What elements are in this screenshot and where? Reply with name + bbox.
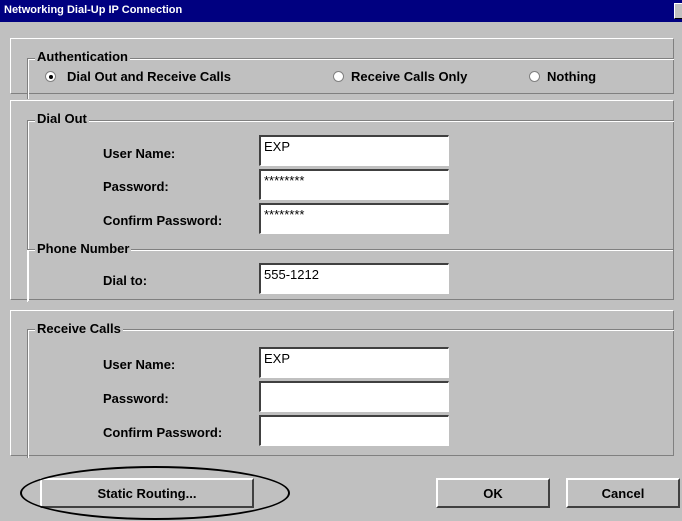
authentication-panel: Authentication Dial Out and Receive Call…: [10, 38, 674, 99]
dial-out-user-name-field[interactable]: EXP: [259, 135, 449, 166]
window-title: Networking Dial-Up IP Connection: [4, 4, 183, 16]
radio-receive-calls-only-label[interactable]: Receive Calls Only: [351, 69, 467, 84]
radio-dial-out-and-receive[interactable]: [45, 71, 56, 82]
receive-confirm-password-field[interactable]: [259, 415, 449, 446]
authentication-legend: Authentication: [35, 49, 130, 64]
receive-user-name-label: User Name:: [103, 357, 176, 372]
radio-dial-out-and-receive-label[interactable]: Dial Out and Receive Calls: [67, 69, 231, 84]
ok-button[interactable]: OK: [436, 478, 550, 508]
dial-out-user-name-label: User Name:: [103, 146, 176, 161]
close-icon[interactable]: [674, 3, 682, 19]
dial-out-legend: Dial Out: [35, 111, 89, 126]
dial-out-confirm-password-label: Confirm Password:: [103, 213, 223, 228]
title-bar: Networking Dial-Up IP Connection: [0, 0, 682, 22]
radio-receive-calls-only[interactable]: [333, 71, 344, 82]
dial-to-field[interactable]: 555-1212: [259, 263, 449, 294]
receive-password-label: Password:: [103, 391, 169, 406]
dial-out-confirm-password-field[interactable]: ********: [259, 203, 449, 234]
dialog-window: Networking Dial-Up IP Connection Authent…: [0, 0, 682, 521]
dial-out-panel: Dial Out User Name: EXP Password: ******…: [10, 100, 674, 301]
cancel-button[interactable]: Cancel: [566, 478, 680, 508]
dial-out-password-label: Password:: [103, 179, 169, 194]
radio-nothing[interactable]: [529, 71, 540, 82]
radio-nothing-label[interactable]: Nothing: [547, 69, 596, 84]
highlight-ellipse: [20, 466, 290, 520]
receive-calls-legend: Receive Calls: [35, 321, 123, 336]
receive-user-name-field[interactable]: EXP: [259, 347, 449, 378]
receive-confirm-password-label: Confirm Password:: [103, 425, 223, 440]
dial-to-label: Dial to:: [103, 273, 148, 288]
phone-number-legend: Phone Number: [35, 241, 132, 256]
radio-selected-dot: [49, 75, 53, 79]
receive-calls-panel: Receive Calls User Name: EXP Password: C…: [10, 310, 674, 458]
dial-out-password-field[interactable]: ********: [259, 169, 449, 200]
receive-password-field[interactable]: [259, 381, 449, 412]
